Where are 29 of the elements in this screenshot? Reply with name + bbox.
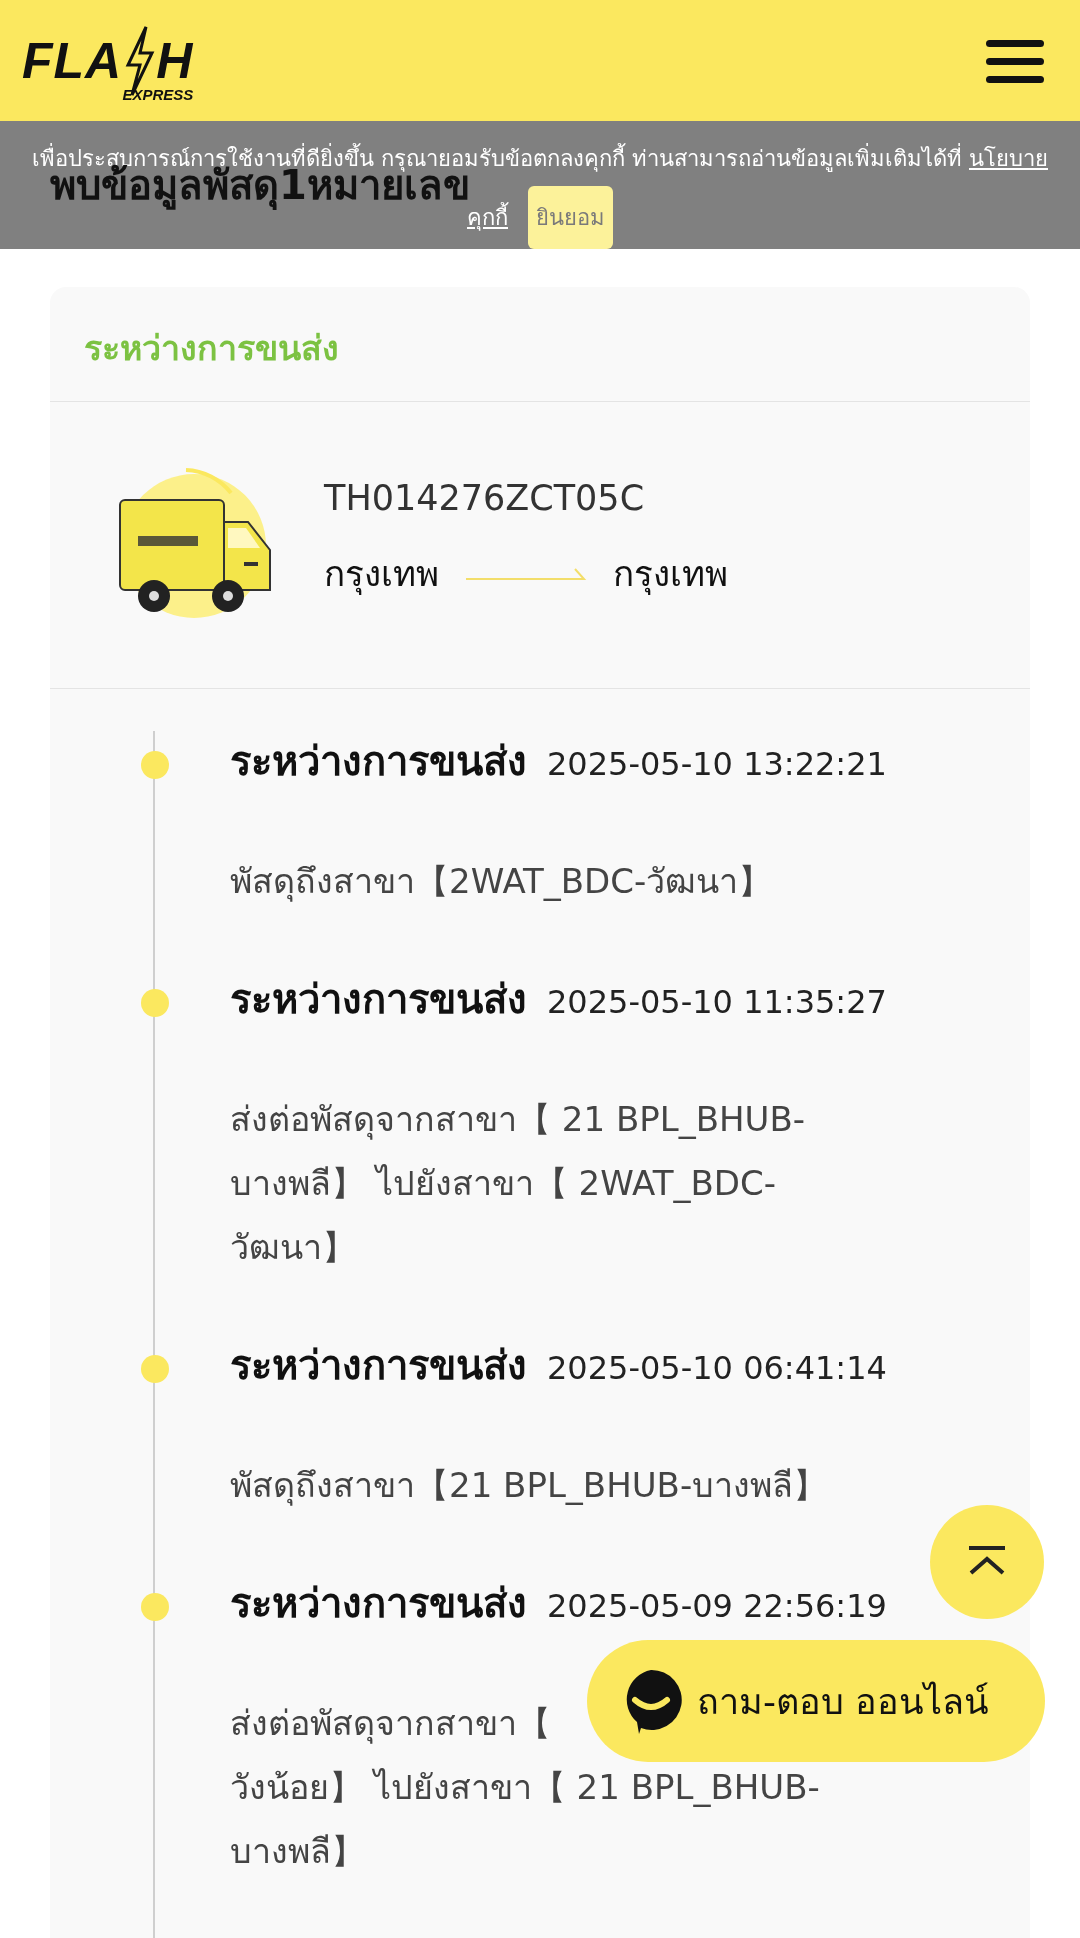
event-description: พัสดุถึงสาขา【21 BPL_BHUB-บางพลี】	[230, 1464, 828, 1508]
policy-link[interactable]: นโยบาย	[969, 146, 1048, 171]
event-time: 2025-05-10 13:22:21	[547, 745, 887, 783]
event-description: บางพลี】	[230, 1830, 365, 1873]
event-time: 2025-05-10 11:35:27	[547, 983, 887, 1021]
chat-button[interactable]: ถาม-ตอบ ออนไลน์	[587, 1640, 1045, 1762]
event-status: ระหว่างการขนส่ง	[230, 1579, 527, 1628]
origin-city: กรุงเทพ	[324, 553, 439, 597]
event-description: ส่งต่อพัสดุจากสาขา【 21 BPL_BHUB-	[230, 1098, 806, 1142]
timeline-dot	[141, 989, 169, 1017]
event-description: พัสดุถึงสาขา【2WAT_BDC-วัฒนา】	[230, 860, 773, 904]
event-time: 2025-05-10 06:41:14	[547, 1349, 887, 1387]
event-description: วัฒนา】	[230, 1226, 356, 1269]
event-status: ระหว่างการขนส่ง	[230, 737, 527, 786]
event-time: 2025-05-09 22:56:19	[547, 1587, 887, 1625]
event-status: ระหว่างการขนส่ง	[230, 975, 527, 1024]
parcel-status: ระหว่างการขนส่ง	[50, 287, 1030, 402]
event-description: บางพลี】 ไปยังสาขา【 2WAT_BDC-	[230, 1162, 776, 1205]
destination-city: กรุงเทพ	[613, 553, 728, 597]
event-description: วังน้อย】 ไปยังสาขา【 21 BPL_BHUB-	[230, 1766, 820, 1809]
policy-link[interactable]: คุกกี้	[467, 200, 508, 235]
timeline-dot	[141, 1593, 169, 1621]
tracking-number: TH014276ZCT05C	[324, 478, 646, 518]
timeline-dot	[141, 751, 169, 779]
menu-icon[interactable]	[986, 37, 1044, 84]
event-status: ระหว่างการขนส่ง	[230, 1341, 527, 1390]
event-description: ส่งต่อพัสดุจากสาขา【	[230, 1702, 551, 1746]
timeline-dot	[141, 1355, 169, 1383]
accept-button[interactable]: ยินยอม	[528, 186, 613, 249]
